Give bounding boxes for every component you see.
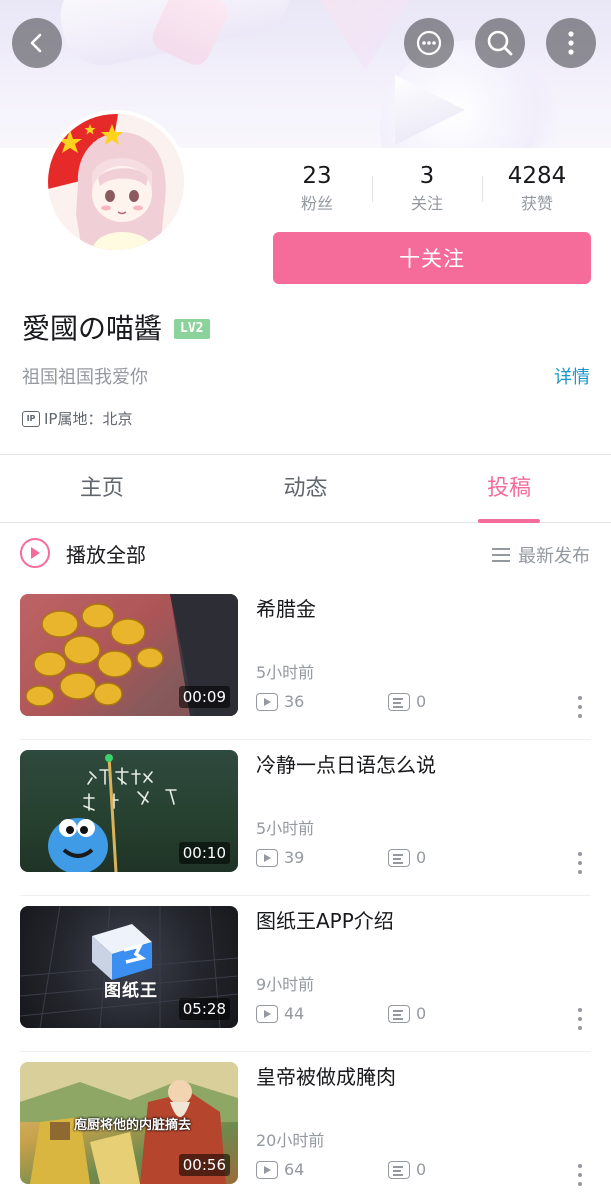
- tab-dynamic[interactable]: 动态: [204, 455, 408, 522]
- stat-fans-label: 粉丝: [300, 194, 333, 213]
- more-button[interactable]: [546, 18, 596, 68]
- video-title[interactable]: 图纸王APP介绍: [256, 906, 394, 936]
- level-badge: LV2: [174, 319, 210, 339]
- play-count-value: 39: [284, 848, 305, 867]
- play-all-label: 播放全部: [66, 542, 146, 567]
- profile-stats: 23 粉丝 3 关注 4284 获赞: [262, 160, 592, 220]
- video-play-count: 64: [256, 1159, 304, 1181]
- video-duration: 00:56: [178, 1154, 230, 1176]
- video-item[interactable]: 00:09 希腊金 5小时前 36 0: [0, 584, 611, 740]
- stat-following-value: 3: [419, 163, 435, 189]
- danmu-count-icon: [388, 693, 410, 711]
- sort-button[interactable]: 最新发布: [492, 542, 590, 568]
- message-icon: [416, 30, 442, 56]
- tab-uploads[interactable]: 投稿: [407, 455, 611, 523]
- video-item[interactable]: 庖厨将他的内脏摘去 00:56 皇帝被做成腌肉 20小时前 64 0: [0, 1052, 611, 1200]
- play-count-icon: [256, 1161, 278, 1179]
- video-duration: 00:10: [178, 842, 230, 864]
- video-item[interactable]: 00:10 冷静一点日语怎么说 5小时前 39 0: [0, 740, 611, 896]
- video-duration: 05:28: [178, 998, 230, 1020]
- detail-link[interactable]: 详情: [554, 364, 590, 392]
- ip-location: IP IP属地：北京: [22, 408, 132, 430]
- message-button[interactable]: [404, 18, 454, 68]
- video-time: 20小时前: [256, 1131, 325, 1150]
- stat-following[interactable]: 3 关注: [372, 160, 482, 220]
- play-count-icon: [256, 849, 278, 867]
- video-time: 9小时前: [256, 975, 315, 994]
- video-time: 5小时前: [256, 663, 315, 682]
- danmu-count-value: 0: [416, 1004, 427, 1023]
- video-danmu-count: 0: [388, 691, 426, 713]
- video-thumbnail[interactable]: 00:10: [20, 750, 238, 872]
- video-danmu-count: 0: [388, 847, 426, 869]
- ip-location-label: IP属地：北京: [44, 410, 133, 428]
- play-count-icon: [256, 693, 278, 711]
- banner-decoration: [320, 0, 410, 70]
- stat-fans[interactable]: 23 粉丝: [262, 160, 372, 220]
- ip-icon: IP: [22, 411, 40, 427]
- profile-tabs: 主页 动态 投稿: [0, 455, 611, 523]
- play-count-value: 44: [284, 1004, 305, 1023]
- stat-likes[interactable]: 4284 获赞: [482, 160, 592, 220]
- video-item[interactable]: 图纸王 05:28 图纸王APP介绍 9小时前 44 0: [0, 896, 611, 1052]
- video-more-button[interactable]: [577, 696, 583, 718]
- video-title[interactable]: 冷静一点日语怎么说: [256, 750, 436, 780]
- video-title[interactable]: 皇帝被做成腌肉: [256, 1062, 396, 1092]
- video-play-count: 44: [256, 1003, 304, 1025]
- username-row: 愛國の喵醬 LV2: [22, 310, 210, 348]
- play-count-value: 36: [284, 692, 305, 711]
- video-danmu-count: 0: [388, 1159, 426, 1181]
- danmu-count-value: 0: [416, 692, 427, 711]
- username: 愛國の喵醬: [22, 312, 163, 345]
- avatar[interactable]: [44, 110, 188, 254]
- danmu-count-icon: [388, 1161, 410, 1179]
- stat-likes-value: 4284: [507, 163, 567, 189]
- play-count-icon: [256, 1005, 278, 1023]
- thumbnail-brand-text: 图纸王: [104, 981, 158, 1001]
- video-more-button[interactable]: [577, 1164, 583, 1186]
- avatar-image: [48, 114, 184, 250]
- play-count-value: 64: [284, 1160, 305, 1179]
- video-play-count: 36: [256, 691, 304, 713]
- sort-label: 最新发布: [518, 546, 590, 567]
- video-play-count: 39: [256, 847, 304, 869]
- danmu-count-icon: [388, 1005, 410, 1023]
- more-vertical-icon: [568, 31, 574, 55]
- video-danmu-count: 0: [388, 1003, 426, 1025]
- back-button[interactable]: [12, 18, 62, 68]
- tab-home[interactable]: 主页: [0, 455, 204, 522]
- danmu-count-value: 0: [416, 848, 427, 867]
- play-all-button[interactable]: 播放全部: [20, 538, 146, 568]
- video-thumbnail[interactable]: 00:09: [20, 594, 238, 716]
- stat-following-label: 关注: [410, 194, 443, 213]
- back-chevron-icon: [30, 33, 42, 53]
- sort-list-icon: [492, 548, 510, 562]
- video-thumbnail[interactable]: 图纸王 05:28: [20, 906, 238, 1028]
- play-circle-icon: [20, 538, 50, 568]
- video-more-button[interactable]: [577, 852, 583, 874]
- stat-fans-value: 23: [302, 163, 332, 189]
- video-title[interactable]: 希腊金: [256, 594, 316, 624]
- stat-likes-label: 获赞: [520, 194, 553, 213]
- video-more-button[interactable]: [577, 1008, 583, 1030]
- danmu-count-value: 0: [416, 1160, 427, 1179]
- bio-text: 祖国祖国我爱你: [22, 367, 148, 388]
- search-icon: [487, 30, 513, 56]
- follow-button[interactable]: 十关注: [273, 232, 591, 284]
- search-button[interactable]: [475, 18, 525, 68]
- danmu-count-icon: [388, 849, 410, 867]
- list-header: 播放全部 最新发布: [0, 524, 611, 584]
- video-thumbnail[interactable]: 庖厨将他的内脏摘去 00:56: [20, 1062, 238, 1184]
- thumbnail-caption: 庖厨将他的内脏摘去: [74, 1118, 192, 1133]
- video-time: 5小时前: [256, 819, 315, 838]
- video-duration: 00:09: [178, 686, 230, 708]
